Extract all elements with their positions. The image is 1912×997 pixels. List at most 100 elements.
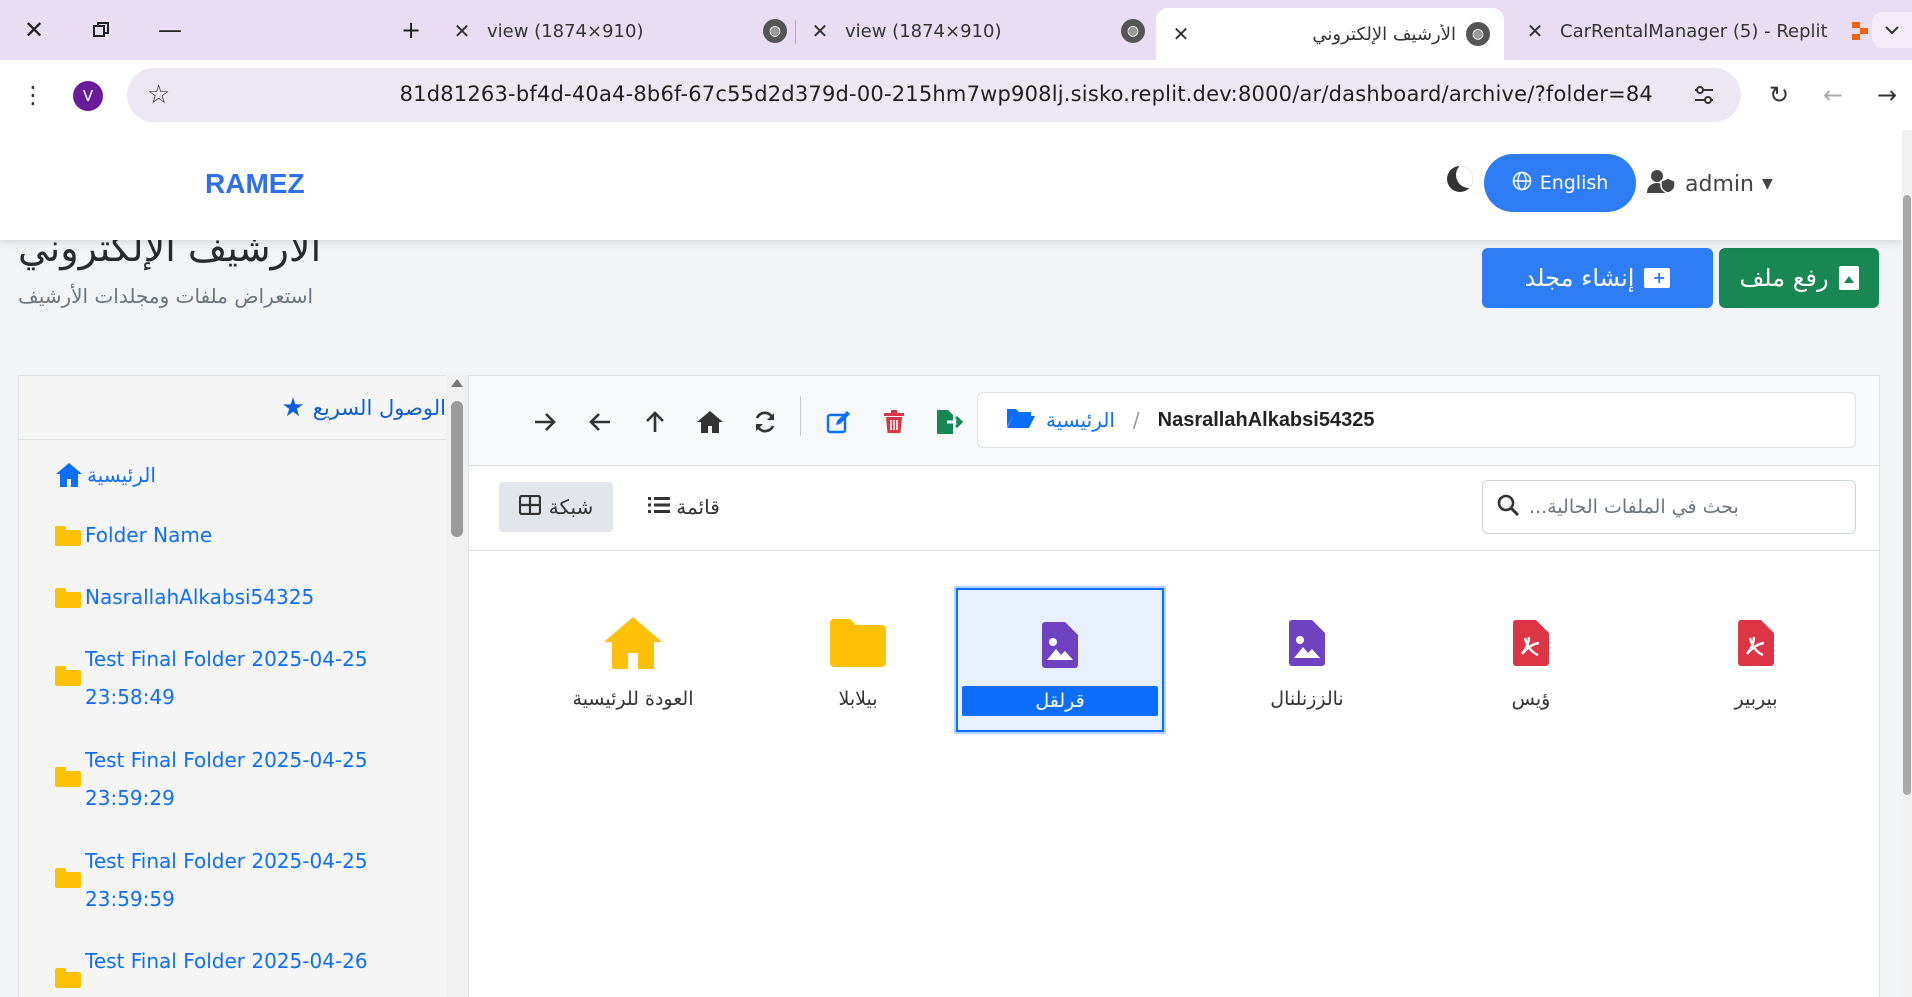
tab-close-icon[interactable]: ✕ [1520, 19, 1550, 43]
user-shield-icon [1647, 168, 1677, 200]
new-tab-icon[interactable]: + [393, 12, 429, 48]
sidebar-scrollbar[interactable] [446, 375, 468, 997]
globe-icon: ◍ [1121, 19, 1145, 43]
brand-logo[interactable]: RAMEZ [205, 168, 305, 200]
create-folder-button[interactable]: + إنشاء مجلد [1482, 248, 1713, 308]
back-arrow-icon[interactable] [580, 402, 620, 442]
grid-item-home[interactable]: العودة للرئيسية [529, 588, 737, 732]
reload-icon[interactable]: ↻ [1762, 78, 1796, 112]
sidebar-item-folder[interactable]: Folder Name [55, 516, 212, 554]
up-arrow-icon[interactable] [635, 402, 675, 442]
browser-address-bar: ⋮ V ☆ 81d81263-bf4d-40a4-8b6f-67c55d2d37… [0, 60, 1912, 130]
sidebar-item-home[interactable]: الرئيسية [55, 456, 156, 494]
folder-icon [55, 588, 81, 608]
language-label: English [1539, 172, 1609, 194]
upload-file-button[interactable]: رفع ملف [1719, 248, 1879, 308]
browser-tab-active[interactable]: ✕ الأرشيف الإلكتروني ◍ [1156, 8, 1504, 60]
list-view-label: قائمة [676, 495, 720, 519]
grid-item-pdf-file[interactable]: ؤيس [1427, 588, 1635, 732]
move-file-icon[interactable] [929, 402, 969, 442]
toolbar-separator [800, 396, 801, 436]
sidebar-item-label: الرئيسية [87, 463, 156, 487]
user-menu[interactable]: admin ▼ [1647, 168, 1773, 200]
grid-item-name: بيلابلا [838, 688, 878, 710]
trash-icon[interactable] [874, 402, 914, 442]
bookmark-star-icon[interactable]: ☆ [147, 80, 170, 110]
breadcrumb-home[interactable]: الرئيسية [1046, 408, 1115, 432]
breadcrumb-current: NasrallahAlkabsi54325 [1157, 408, 1375, 431]
sidebar-item-text: Test Final Folder 2025-04-25 23:59:29 [85, 741, 368, 817]
forward-arrow-icon[interactable]: → [1870, 78, 1904, 112]
url-text[interactable]: 81d81263-bf4d-40a4-8b6f-67c55d2d379d-00-… [400, 82, 1653, 106]
file-toolbar: الرئيسية / NasrallahAlkabsi54325 [469, 376, 1879, 466]
file-browser-panel: الرئيسية / NasrallahAlkabsi54325 شبكة قا… [468, 375, 1880, 997]
tab-title: الأرشيف الإلكتروني [1312, 23, 1456, 45]
folder-icon [55, 666, 81, 686]
folder-icon [55, 526, 81, 546]
grid-item-folder[interactable]: بيلابلا [754, 588, 962, 732]
grid-item-name: العودة للرئيسية [572, 688, 694, 710]
file-upload-icon [1838, 266, 1859, 290]
browser-tab[interactable]: ✕ view (1874×910) ◍ [805, 9, 1145, 53]
sidebar-item-folder[interactable]: Test Final Folder 2025-04-25 23:59:29 [55, 741, 368, 817]
scroll-up-icon[interactable] [451, 379, 463, 387]
tab-search-chevron-icon[interactable] [1872, 12, 1912, 48]
sidebar-item-folder[interactable]: Test Final Folder 2025-04-26 [55, 942, 368, 988]
folder-open-icon [1006, 407, 1036, 434]
grid-item-image-file-selected[interactable]: قرلقل [956, 588, 1164, 732]
sidebar-item-label: 23:59:29 [85, 786, 175, 810]
page: الأرشيف الإلكتروني استعراض ملفات ومجلدات… [0, 130, 1902, 997]
close-window-icon[interactable]: ✕ [16, 12, 52, 48]
sidebar-item-label: 23:59:59 [85, 887, 175, 911]
grid-view-label: شبكة [548, 495, 594, 519]
grid-view-button[interactable]: شبكة [499, 482, 613, 532]
tab-close-icon[interactable]: ✕ [805, 19, 835, 43]
search-icon [1497, 494, 1520, 520]
sidebar-scroll-thumb[interactable] [451, 401, 463, 537]
quick-access-sidebar: ★ الوصول السريع الرئيسية Folder Name Nas… [18, 375, 446, 997]
sidebar-item-text: Test Final Folder 2025-04-25 23:58:49 [85, 640, 368, 716]
globe-icon: ◍ [1466, 22, 1490, 46]
sidebar-item-folder[interactable]: NasrallahAlkabsi54325 [55, 578, 314, 616]
breadcrumb: الرئيسية / NasrallahAlkabsi54325 [977, 392, 1856, 448]
sidebar-item-text: Test Final Folder 2025-04-25 23:59:59 [85, 842, 368, 918]
forward-arrow-icon[interactable] [525, 402, 565, 442]
browser-tab[interactable]: ✕ CarRentalManager (5) - Replit [1520, 9, 1870, 53]
list-view-button[interactable]: قائمة [639, 482, 729, 532]
menu-kebab-icon[interactable]: ⋮ [16, 78, 50, 112]
sidebar-item-label: Test Final Folder 2025-04-26 [85, 949, 368, 973]
grid-item-image-file[interactable]: نالززنلنال [1203, 588, 1411, 732]
sidebar-item-label: 23:58:49 [85, 685, 175, 709]
minimize-window-icon[interactable]: — [152, 12, 188, 48]
folder-icon [55, 868, 81, 888]
search-placeholder: بحث في الملفات الحالية... [1529, 496, 1739, 518]
tab-title: CarRentalManager (5) - Replit [1560, 20, 1828, 42]
dark-mode-moon-icon[interactable] [1447, 166, 1473, 192]
sidebar-item-folder[interactable]: Test Final Folder 2025-04-25 23:58:49 [55, 640, 368, 716]
refresh-icon[interactable] [745, 402, 785, 442]
avatar[interactable]: V [73, 81, 103, 111]
grid-item-name: نالززنلنال [1270, 688, 1344, 710]
page-scroll-thumb[interactable] [1903, 195, 1911, 795]
language-toggle-button[interactable]: English [1484, 154, 1636, 212]
grid-item-pdf-file[interactable]: بيربير [1652, 588, 1860, 732]
omnibox[interactable]: ☆ 81d81263-bf4d-40a4-8b6f-67c55d2d379d-0… [127, 68, 1741, 122]
view-bar: شبكة قائمة بحث في الملفات الحالية... [469, 466, 1879, 551]
quick-access-title: الوصول السريع [312, 395, 446, 420]
restore-window-icon[interactable] [83, 12, 119, 48]
search-input[interactable]: بحث في الملفات الحالية... [1482, 480, 1856, 534]
breadcrumb-separator: / [1132, 408, 1140, 432]
tab-close-icon[interactable]: ✕ [1166, 22, 1196, 46]
folder-plus-icon: + [1644, 268, 1671, 288]
back-arrow-icon[interactable]: ← [1816, 78, 1850, 112]
edit-icon[interactable] [819, 402, 859, 442]
caret-down-icon: ▼ [1761, 176, 1773, 192]
tab-title: view (1874×910) [845, 20, 1002, 42]
home-icon[interactable] [690, 402, 730, 442]
star-icon: ★ [281, 392, 305, 423]
sidebar-item-folder[interactable]: Test Final Folder 2025-04-25 23:59:59 [55, 842, 368, 918]
site-settings-icon[interactable] [1689, 80, 1719, 110]
tab-close-icon[interactable]: ✕ [447, 19, 477, 43]
browser-tab[interactable]: ✕ view (1874×910) ◍ [447, 9, 787, 53]
folder-icon [830, 608, 886, 678]
